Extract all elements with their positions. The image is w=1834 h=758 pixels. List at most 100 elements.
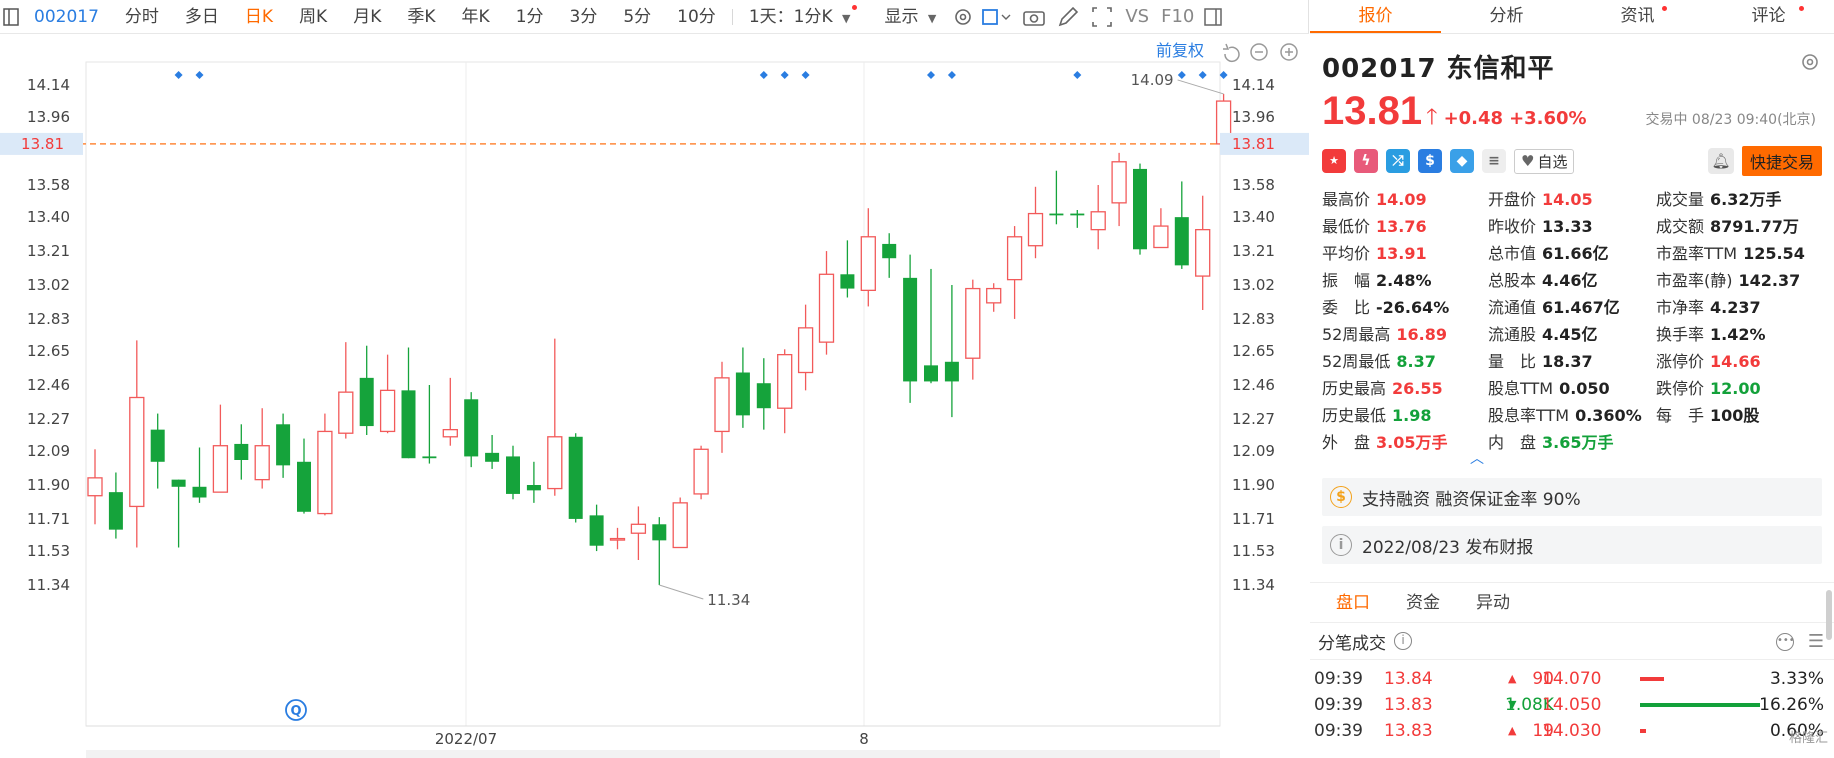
tab-1min[interactable]: 1分 <box>503 0 557 34</box>
stat-label: 市盈率(静) <box>1656 271 1733 290</box>
tick-trade-row[interactable]: 09:39 13.84 90 ▲ 14.070 3.33% <box>1310 666 1834 692</box>
stat-value: 61.467亿 <box>1542 298 1620 317</box>
stat-cell: 外 盘 3.05万手 <box>1322 431 1488 454</box>
price-axis-tick: 13.40 <box>1232 208 1275 226</box>
stat-value: 18.37 <box>1542 352 1593 371</box>
tick-trades-list[interactable]: 09:39 13.84 90 ▲ 14.070 3.33% 09:39 13.83 1.08K ▼… <box>1310 660 1834 758</box>
candle-body-down <box>944 361 959 382</box>
tab-weekly-k[interactable]: 周K <box>286 0 340 34</box>
vs-button[interactable]: VS <box>1119 0 1155 34</box>
shuffle-icon[interactable]: ⤮ <box>1386 149 1410 173</box>
stat-value: 3.65万手 <box>1542 433 1614 452</box>
tab-comments[interactable]: 评论 <box>1703 0 1834 33</box>
margin-notice[interactable]: $ 支持融资 融资保证金率 90% <box>1322 478 1822 516</box>
tab-quarterly-k[interactable]: 季K <box>394 0 448 34</box>
candle-body-up <box>1027 212 1044 247</box>
candle-body-up <box>317 430 333 515</box>
trading-status: 交易中 08/23 09:40(北京) <box>1645 112 1816 128</box>
quick-trade-button[interactable]: 快捷交易 <box>1741 146 1822 176</box>
candle-body-down <box>485 452 500 462</box>
add-watchlist-button[interactable]: ♥ 自选 <box>1514 148 1575 174</box>
candle-body-up <box>860 236 876 292</box>
trade-time: 09:39 <box>1314 721 1363 741</box>
menu-icon[interactable]: ☰ <box>1808 633 1824 651</box>
candle-body-down <box>924 365 938 382</box>
notes-icon[interactable]: ≡ <box>1482 149 1506 173</box>
collapse-caret-icon[interactable]: ︿ <box>1120 452 1834 468</box>
quote-panel: 报价 分析 资讯 评论 002017 东信和平 13.81 🡑 +0.48 +3.… <box>1310 0 1834 758</box>
tab-monthly-k[interactable]: 月K <box>340 0 394 34</box>
tab-multi-day[interactable]: 多日 <box>172 0 232 34</box>
price-axis-tick: 11.53 <box>1232 542 1275 560</box>
chart-panel: 002017 分时 多日 日K 周K 月K 季K 年K 1分 3分 5分 10分… <box>0 0 1309 758</box>
f10-button[interactable]: F10 <box>1155 0 1200 34</box>
stat-label: 最低价 <box>1322 217 1371 236</box>
report-notice[interactable]: i 2022/08/23 发布财报 <box>1322 526 1822 564</box>
panel-toggle-icon[interactable] <box>1200 0 1228 34</box>
quick-icons-row: ★ ϟ ⤮ $ ◆ ≡ ♥ 自选 🔔︎ 快捷交易 <box>1310 138 1834 176</box>
stat-cell: 总股本 4.46亿 <box>1488 269 1656 292</box>
sidebar-toggle-icon[interactable] <box>0 0 28 34</box>
book-volume-bar <box>1640 703 1760 707</box>
tab-news[interactable]: 资讯 <box>1572 0 1703 33</box>
stat-label: 股息TTM <box>1488 379 1554 398</box>
camera-icon[interactable] <box>1017 0 1051 34</box>
draw-pencil-icon[interactable] <box>1051 0 1085 34</box>
last-price: 13.81 <box>1322 89 1423 133</box>
margin-notice-text: 支持融资 融资保证金率 90% <box>1362 489 1581 510</box>
tab-3min[interactable]: 3分 <box>557 0 611 34</box>
candlestick-chart[interactable]: 14.14 13.96 13.58 13.40 13.21 13.02 12.83 12.65… <box>0 34 1309 758</box>
stat-cell: 股息TTM 0.050 <box>1488 377 1656 400</box>
stat-value: 13.33 <box>1542 217 1593 236</box>
stock-title: 002017 东信和平 <box>1322 48 1822 85</box>
candle-body-down <box>506 456 520 494</box>
chart-scroll-track[interactable] <box>86 750 1220 758</box>
tab-quote[interactable]: 报价 <box>1310 0 1441 33</box>
stat-cell: 跌停价 12.00 <box>1656 377 1826 400</box>
tick-trades-header: 分笔成交 i ••• ☰ <box>1310 622 1834 660</box>
price-tag-left-text: 13.81 <box>21 135 64 153</box>
tab-yearly-k[interactable]: 年K <box>449 0 503 34</box>
info-icon[interactable]: i <box>1394 632 1412 650</box>
date-label-july: 2022/07 <box>435 730 497 748</box>
tick-trade-row[interactable]: 09:39 13.83 19 ▲ 14.030 0.60% <box>1310 718 1834 744</box>
stock-code[interactable]: 002017 <box>28 0 112 34</box>
candle-body-down <box>840 274 855 289</box>
candle-body-up <box>1153 225 1169 249</box>
restore-rights-toggle[interactable]: 前复权 <box>1156 41 1204 60</box>
settings-icon[interactable] <box>949 0 977 34</box>
stat-label: 总市值 <box>1488 244 1537 263</box>
stat-value: 8.37 <box>1396 352 1436 371</box>
tab-analysis[interactable]: 分析 <box>1441 0 1572 33</box>
tab-daily-k[interactable]: 日K <box>232 0 286 34</box>
tick-trade-row[interactable]: 09:39 13.83 1.08K ▼ 14.050 16.26% <box>1310 692 1834 718</box>
more-icon[interactable]: ••• <box>1776 633 1795 651</box>
price-row: 13.81 🡑 +0.48 +3.60% 交易中 08/23 09:40(北京) <box>1322 89 1822 138</box>
fullscreen-icon[interactable] <box>1085 0 1119 34</box>
tab-order-book[interactable]: 盘口 <box>1318 584 1388 622</box>
tab-5min[interactable]: 5分 <box>610 0 664 34</box>
color-picker-icon[interactable] <box>977 0 1017 34</box>
q-badge-icon[interactable]: Q <box>285 699 307 721</box>
candle-body-down <box>652 524 667 541</box>
stat-value: 0.360% <box>1575 406 1642 425</box>
period-select[interactable]: 1天：1分K ▼ <box>736 0 864 34</box>
display-menu[interactable]: 显示 ▼ <box>871 0 949 34</box>
candle-body-up <box>609 537 626 541</box>
china-flag-icon[interactable]: ★ <box>1322 149 1346 173</box>
price-axis-tick: 11.71 <box>1232 510 1275 528</box>
gear-icon[interactable] <box>1800 52 1820 72</box>
tab-unusual[interactable]: 异动 <box>1458 584 1528 622</box>
tab-10min[interactable]: 10分 <box>664 0 729 34</box>
dollar-icon[interactable]: $ <box>1418 149 1442 173</box>
candle-body-up <box>129 396 145 508</box>
stat-value: 1.42% <box>1710 325 1766 344</box>
tab-capital-flow[interactable]: 资金 <box>1388 584 1458 622</box>
tab-intraday[interactable]: 分时 <box>112 0 172 34</box>
tag-icon[interactable]: ◆ <box>1450 149 1474 173</box>
lightning-icon[interactable]: ϟ <box>1354 149 1378 173</box>
stat-label: 开盘价 <box>1488 190 1537 209</box>
bell-icon[interactable]: 🔔︎ <box>1707 148 1734 174</box>
stock-header: 002017 东信和平 13.81 🡑 +0.48 +3.60% 交易中 08/2… <box>1310 34 1834 138</box>
scrollbar[interactable] <box>1826 590 1832 640</box>
